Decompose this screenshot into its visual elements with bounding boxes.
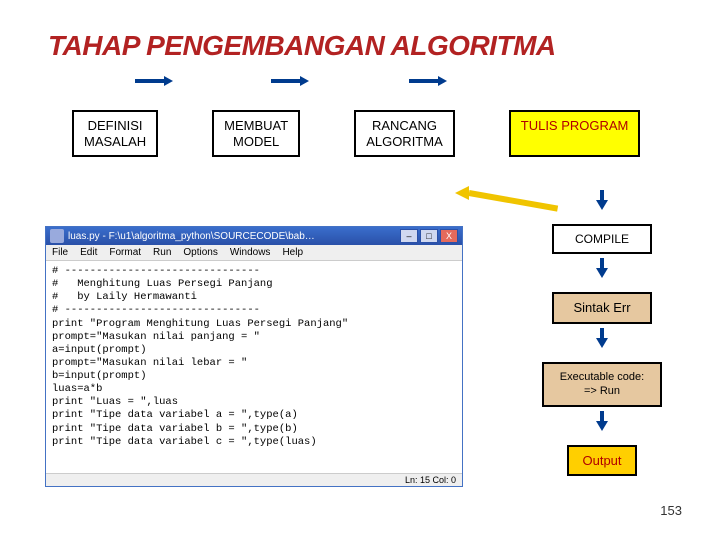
maximize-button[interactable]: □ [420,229,438,243]
right-column: COMPILE Sintak Err Executable code:=> Ru… [522,200,682,476]
menu-help[interactable]: Help [282,247,303,258]
arrow-down-icon [596,338,608,348]
arrow-icon [300,76,309,86]
window-buttons: – □ X [400,229,458,243]
arrow-down-icon [596,200,608,210]
stage-output: Output [567,445,637,477]
close-button[interactable]: X [440,229,458,243]
stage-model: MEMBUATMODEL [212,110,300,157]
stage-rancang: RANCANGALGORITMA [354,110,455,157]
app-icon [50,229,64,243]
statusbar: Ln: 15 Col: 0 [46,473,462,486]
menu-options[interactable]: Options [183,247,217,258]
menu-edit[interactable]: Edit [80,247,97,258]
titlebar[interactable]: luas.py - F:\u1\algoritma_python\SOURCEC… [46,227,462,245]
minimize-button[interactable]: – [400,229,418,243]
arrow-down-icon [596,421,608,431]
code-area[interactable]: # ------------------------------- # Meng… [46,261,462,473]
stage-exec: Executable code:=> Run [542,362,662,407]
menu-format[interactable]: Format [109,247,141,258]
window-title: luas.py - F:\u1\algoritma_python\SOURCEC… [68,231,396,242]
arrow-icon [164,76,173,86]
callout-arrow-icon [455,186,469,200]
page-number: 153 [660,503,682,518]
menu-file[interactable]: File [52,247,68,258]
menu-windows[interactable]: Windows [230,247,271,258]
menubar: File Edit Format Run Options Windows Hel… [46,245,462,261]
arrow-icon [438,76,447,86]
stage-tulis: TULIS PROGRAM [509,110,641,157]
stage-definisi: DEFINISIMASALAH [72,110,158,157]
menu-run[interactable]: Run [153,247,171,258]
stage-compile: COMPILE [552,224,652,254]
editor-window: luas.py - F:\u1\algoritma_python\SOURCEC… [45,226,463,487]
page-title: TAHAP PENGEMBANGAN ALGORITMA [0,0,720,62]
stage-sintak-err: Sintak Err [552,292,652,324]
flow-row: DEFINISIMASALAH MEMBUATMODEL RANCANGALGO… [0,62,720,157]
arrow-down-icon [596,268,608,278]
